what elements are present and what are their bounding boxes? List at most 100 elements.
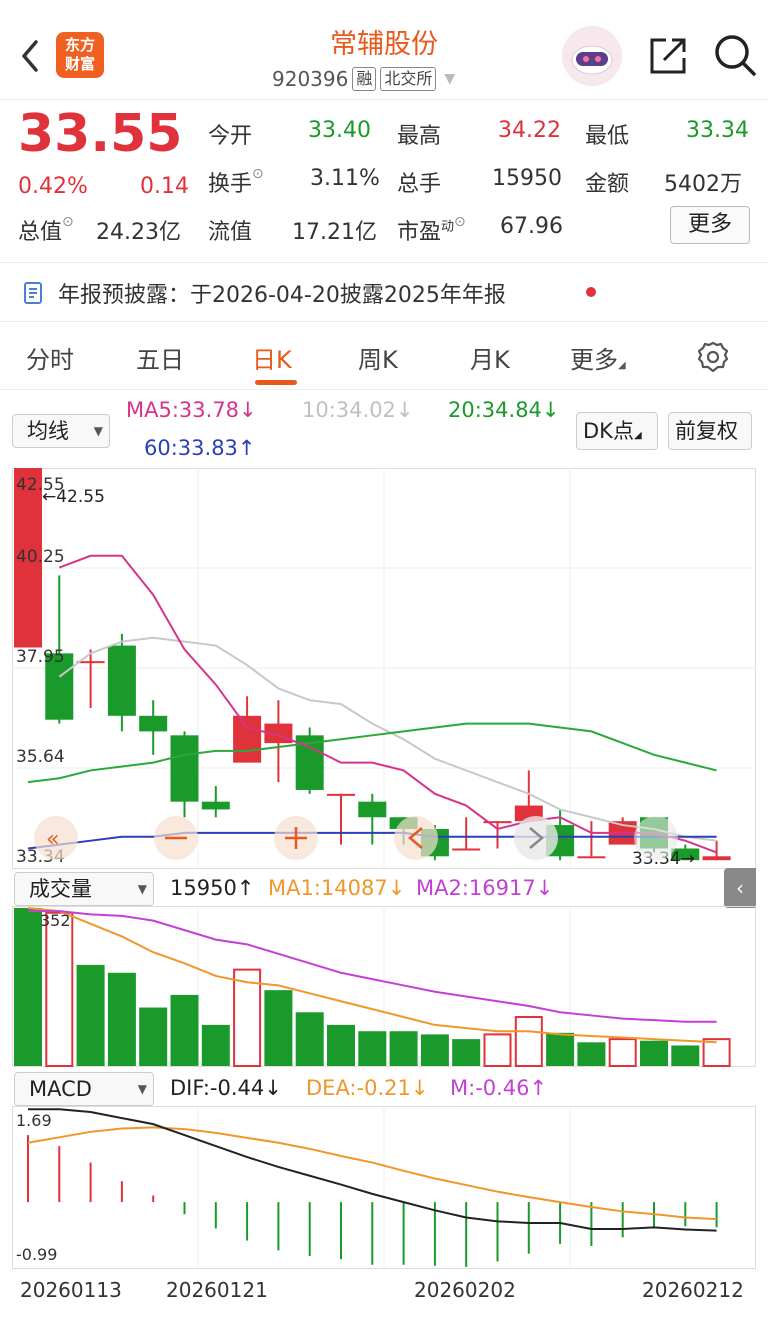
volume-max-label: 352 [40, 911, 71, 930]
volume-bar [358, 1031, 387, 1066]
candle-body [577, 856, 606, 859]
volume-bar [483, 1033, 512, 1067]
max-price-label: ←42.55 [42, 487, 105, 507]
volume-bar [546, 1032, 575, 1066]
candle-body [702, 856, 731, 861]
macd-top-label: 1.69 [16, 1111, 52, 1130]
axis-label: 35.64 [16, 747, 65, 767]
volume-bar [264, 990, 293, 1066]
axis-label: 37.95 [16, 647, 65, 667]
tab-intraday[interactable]: 分时 [26, 340, 74, 375]
volume-bar [671, 1045, 700, 1066]
tab-more[interactable]: 更多◢ [570, 340, 626, 375]
search-icon[interactable] [712, 32, 758, 78]
low-label: 最低 [585, 124, 630, 149]
ma10-legend: 10:34.02↓ [302, 398, 414, 422]
change-amount: 0.14 [140, 174, 189, 199]
active-tab-underline [255, 380, 297, 385]
adjust-button[interactable]: 前复权 [668, 412, 752, 450]
scroll-right-fast-button[interactable] [634, 816, 678, 860]
collapse-panel-button[interactable]: ‹ [724, 868, 756, 908]
volume-bar [170, 994, 199, 1066]
zoom-in-button[interactable] [274, 816, 318, 860]
macd-indicator-select[interactable]: MACD ▼ [14, 1072, 154, 1106]
volume-bar [577, 1042, 606, 1066]
open-label: 今开 [208, 124, 253, 149]
tab-five-day[interactable]: 五日 [136, 340, 184, 375]
stock-code: 920396 [272, 67, 349, 91]
volume-bar [201, 1024, 230, 1066]
caret-down-icon: ▼ [137, 1082, 147, 1096]
volume-indicator-select[interactable]: 成交量 ▼ [14, 872, 154, 906]
candle-body [170, 735, 199, 802]
turnover-value: 3.11% [310, 166, 380, 191]
vol-ma2-legend: MA2:16917↓ [416, 876, 554, 900]
info-icon: ⊙ [252, 166, 264, 182]
dea-legend: DEA:-0.21↓ [306, 1076, 429, 1100]
margin-tag: 融 [352, 67, 377, 91]
scroll-left-fast-button[interactable]: « [34, 816, 78, 860]
volume-bar [107, 972, 136, 1066]
candle-body [107, 645, 136, 716]
assistant-robot-icon[interactable] [562, 26, 622, 86]
macd-chart[interactable]: 1.69 -0.99 [12, 1106, 756, 1270]
candle-body [358, 801, 387, 818]
more-quote-button[interactable]: 更多 [670, 206, 750, 244]
indicator-select[interactable]: 均线 ▼ [12, 414, 110, 448]
turnover-label: 换手⊙ [208, 166, 264, 197]
float-cap-label: 流值 [208, 220, 253, 245]
candle-body [233, 715, 262, 763]
app-header: 东方 财富 常辅股份 920396 融 北交所 ▼ [0, 0, 768, 100]
volume-bar [295, 1012, 324, 1066]
info-icon: ⊙ [454, 214, 466, 230]
amount-value: 5402万 [664, 172, 742, 197]
zoom-out-button[interactable] [154, 816, 198, 860]
tab-daily-k[interactable]: 日K [252, 340, 292, 375]
chart-tabs: 分时 五日 日K 周K 月K 更多◢ [0, 324, 768, 390]
open-value: 33.40 [308, 118, 371, 143]
m-legend: M:-0.46↑ [450, 1076, 548, 1100]
macd-bottom-label: -0.99 [16, 1245, 57, 1264]
corner-caret-icon: ◢ [618, 360, 626, 371]
info-icon: ⊙ [62, 214, 74, 230]
exchange-tag: 北交所 [380, 67, 437, 91]
annual-report-notice[interactable]: 年报预披露：于2026-04-20披露2025年年报 [0, 262, 768, 322]
stock-code-line[interactable]: 920396 融 北交所 ▼ [272, 66, 455, 92]
change-percent: 0.42% [18, 174, 88, 199]
float-cap-value: 17.21亿 [292, 220, 377, 245]
volume-chart[interactable]: 352 [12, 906, 756, 1068]
vol-ma1-legend: MA1:14087↓ [268, 876, 406, 900]
volume-bar [420, 1034, 449, 1066]
ma5-line [58, 554, 717, 854]
volume-value: 15950 [492, 166, 562, 191]
date-label: 20260202 [414, 1278, 516, 1302]
ma20-legend: 20:34.84↓ [448, 398, 560, 422]
volume-value-legend: 15950↑ [170, 876, 255, 900]
high-label: 最高 [397, 124, 442, 149]
axis-label: 40.25 [16, 547, 65, 567]
gear-icon[interactable] [696, 340, 730, 374]
tab-monthly-k[interactable]: 月K [470, 340, 510, 375]
caret-down-icon: ▼ [444, 71, 456, 87]
unread-dot [586, 287, 596, 297]
volume-label: 总手 [397, 172, 442, 197]
high-value: 34.22 [498, 118, 561, 143]
volume-bar [14, 908, 42, 1066]
market-cap-label: 总值⊙ [18, 214, 74, 245]
dif-legend: DIF:-0.44↓ [170, 1076, 282, 1100]
candle-body [327, 793, 355, 796]
volume-bar [452, 1039, 481, 1066]
volume-bar [608, 1038, 637, 1067]
volume-bar [640, 1040, 668, 1066]
dk-point-button[interactable]: DK点◢ [576, 412, 658, 450]
tab-weekly-k[interactable]: 周K [358, 340, 398, 375]
share-icon[interactable] [646, 34, 690, 78]
amount-label: 金额 [585, 172, 630, 197]
scroll-right-button[interactable] [514, 816, 558, 860]
current-price: 33.55 [18, 104, 183, 164]
volume-bar [139, 1007, 168, 1066]
document-icon [24, 282, 42, 304]
candle-body [452, 848, 481, 851]
scroll-left-button[interactable] [394, 816, 438, 860]
kline-chart[interactable]: 42.55 40.25 37.95 35.64 33.34 ←42.55 33.… [12, 468, 756, 870]
